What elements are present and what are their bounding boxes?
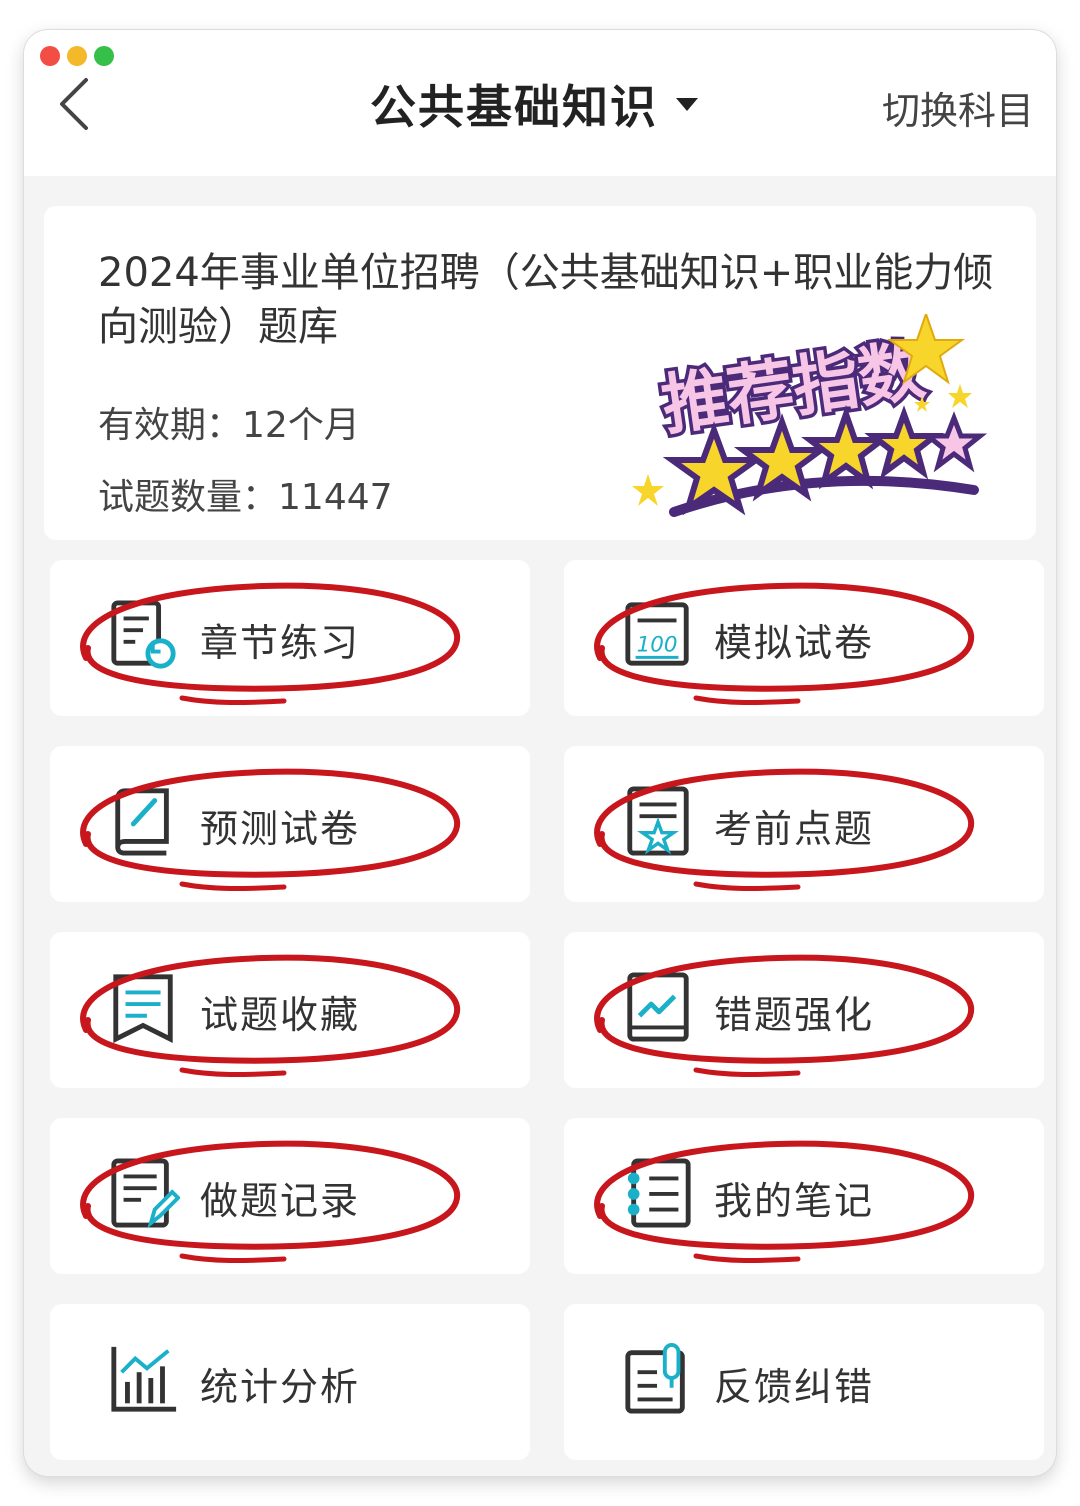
forecast-exam-icon [115,788,169,856]
menu-item-9[interactable]: 统计分析 [50,1304,530,1460]
question-bank-card: 2024年事业单位招聘（公共基础知识+职业能力倾向测验）题库 有效期：12个月 … [44,206,1036,540]
menu-item-label: 错题强化 [714,993,875,1037]
menu-item-label: 考前点题 [714,807,875,851]
question-count-value: 11447 [278,477,393,518]
star-doc-icon [627,786,689,856]
question-count-label: 试题数量： [98,477,279,518]
page-title: 公共基础知识 [370,80,658,134]
validity-label: 有效期： [98,405,243,446]
menu-item-label: 反馈纠错 [714,1365,875,1409]
menu-item-label: 我的笔记 [714,1179,875,1223]
maximize-window-button[interactable] [94,46,114,66]
menu-item-10[interactable]: 反馈纠错 [564,1304,1044,1460]
chevron-left-icon [60,78,88,130]
badge-text: 推荐指数 [657,332,929,445]
menu-item-label: 统计分析 [200,1365,361,1409]
menu-item-label: 预测试卷 [200,807,361,851]
close-window-button[interactable] [40,46,60,66]
bookmark-icon [113,974,173,1044]
feedback-icon [625,1343,685,1414]
notebook-icon [627,1158,691,1228]
svg-text:100: 100 [637,633,678,658]
validity: 有效期：12个月 [98,396,360,448]
back-button[interactable] [56,76,96,132]
minimize-window-button[interactable] [67,46,87,66]
top-bar: 公共基础知识 切换科目 [24,30,1056,176]
window-controls [40,46,114,66]
question-count: 试题数量：11447 [98,468,393,520]
menu-item-7[interactable]: 做题记录 [50,1118,530,1274]
menu-item-3[interactable]: 预测试卷 [50,746,530,902]
menu-item-label: 做题记录 [200,1179,361,1223]
subject-selector[interactable]: 公共基础知识 [370,74,698,134]
menu-item-8[interactable]: 我的笔记 [564,1118,1044,1274]
menu-item-4[interactable]: 考前点题 [564,746,1044,902]
validity-value: 12个月 [242,405,360,446]
record-edit-icon [111,1158,180,1229]
menu-item-label: 模拟试卷 [714,621,875,665]
menu-item-label: 章节练习 [200,621,361,665]
menu-item-5[interactable]: 试题收藏 [50,932,530,1088]
menu-item-2[interactable]: 100 模拟试卷 [564,560,1044,716]
mock-exam-icon: 100 [625,602,689,666]
bar-chart-icon [111,1346,177,1412]
trend-icon [627,972,689,1042]
app-window: 公共基础知识 切换科目 2024年事业单位招聘（公共基础知识+职业能力倾向测验）… [24,30,1056,1476]
menu-item-6[interactable]: 错题强化 [564,932,1044,1088]
menu-item-1[interactable]: 章节练习 [50,560,530,716]
recommendation-badge: 推荐指数 [632,314,988,517]
switch-subject-button[interactable]: 切换科目 [882,80,1034,135]
caret-down-icon [676,97,698,111]
menu-item-label: 试题收藏 [200,993,361,1037]
chapter-practice-icon [111,600,176,669]
